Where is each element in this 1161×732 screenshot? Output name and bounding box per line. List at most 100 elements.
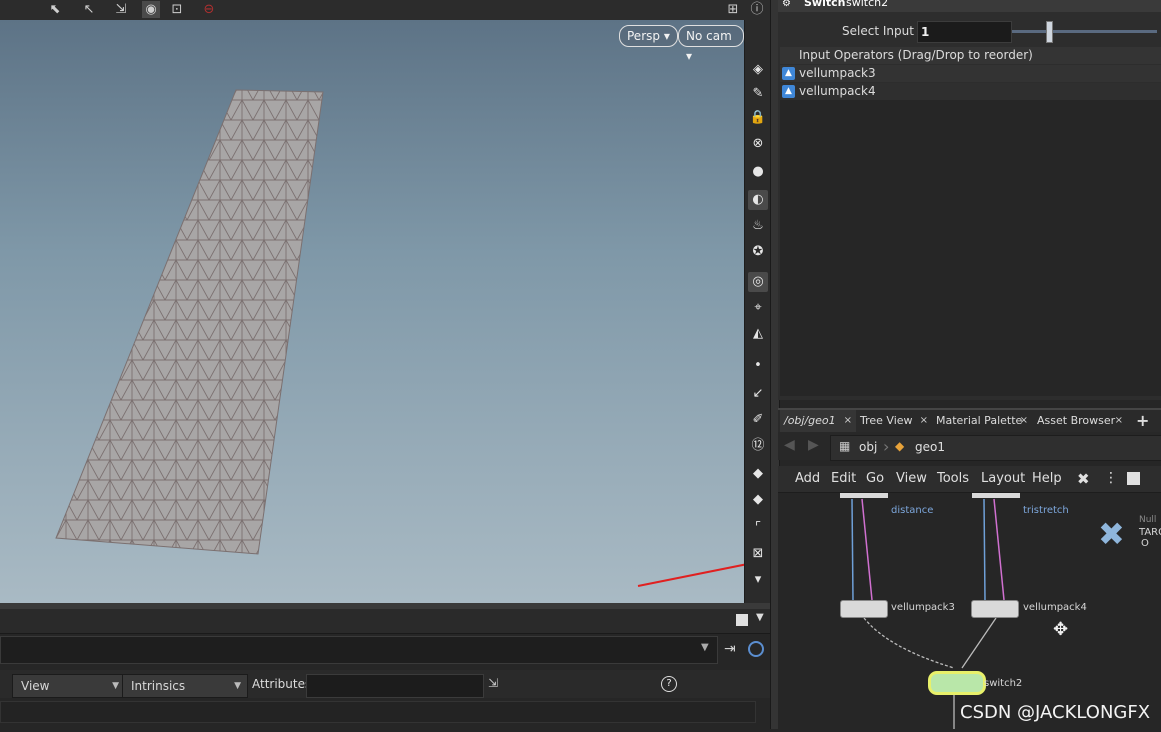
menu-help[interactable]: Help (1032, 466, 1062, 492)
eye-icon[interactable]: ◈ (748, 60, 768, 80)
select-input-label: Select Input (842, 24, 914, 38)
link-icon[interactable] (748, 641, 764, 657)
tristretch-label: tristretch (1023, 505, 1069, 516)
persp-label: Persp (627, 29, 660, 43)
handle-tool-icon[interactable]: ⇲ (112, 1, 130, 18)
draw-icon[interactable]: ✎ (748, 84, 768, 104)
menu-layout[interactable]: Layout (981, 466, 1025, 492)
tab-tree-view[interactable]: Tree View × (856, 410, 932, 432)
add-tab-button[interactable]: + (1132, 410, 1149, 432)
parameter-header: ⚙ Switch switch2 (778, 0, 1161, 12)
select-tool-icon[interactable]: ⬉ (46, 1, 64, 18)
ghost-icon[interactable]: ⌖ (748, 298, 768, 318)
vellumpack3-node[interactable] (840, 600, 888, 618)
pane-bar: ▼ (0, 609, 770, 634)
null-sub-label: O (1141, 538, 1149, 549)
maximize-icon[interactable] (736, 614, 748, 626)
chevron-down-icon[interactable]: ▼ (701, 642, 709, 653)
select-input-slider[interactable] (1012, 30, 1157, 33)
persp-menu[interactable]: Persp ▾ (619, 25, 678, 47)
close-icon[interactable]: × (844, 410, 852, 432)
wrench-icon[interactable]: ✖ (1077, 470, 1090, 488)
forward-arrow-icon[interactable]: ▶ (808, 437, 819, 453)
isolate-icon[interactable]: ⊗ (748, 134, 768, 154)
shading-icon[interactable]: ● (748, 162, 768, 182)
slider-handle[interactable] (1046, 21, 1053, 43)
pen-icon[interactable]: ✐ (748, 410, 768, 430)
pin-icon[interactable]: ⇥ (724, 641, 736, 657)
prim-numbers-icon[interactable]: ◆ (748, 490, 768, 510)
node-path-field[interactable]: ▼ (0, 636, 718, 664)
help-icon[interactable]: ⓘ (748, 1, 766, 18)
camera-menu[interactable]: No cam ▾ (678, 25, 744, 63)
tab-obj-geo1[interactable]: /obj/geo1 × (780, 410, 856, 432)
view-dropdown[interactable]: View ▼ (12, 674, 126, 698)
input-operators-list[interactable] (780, 100, 1161, 396)
point-icon[interactable]: • (748, 356, 768, 376)
layout-icon[interactable]: ⊞ (724, 1, 742, 18)
list-icon[interactable] (1127, 472, 1140, 485)
camera-icon[interactable]: ◎ (748, 272, 768, 292)
light-icon[interactable]: ◐ (748, 190, 768, 210)
view-tool-icon[interactable]: ◉ (142, 1, 160, 18)
headlight-icon[interactable]: ✪ (748, 242, 768, 262)
vellumpack4-node[interactable] (971, 600, 1019, 618)
input-operator-row[interactable]: ▲ vellumpack3 (780, 65, 1161, 82)
point-numbers-icon[interactable]: ⑫ (748, 436, 768, 456)
tab-label: Asset Browser (1037, 414, 1116, 427)
spreadsheet-body (0, 701, 756, 723)
null-node-icon[interactable]: ✖ (1098, 515, 1125, 553)
watermark: CSDN @JACKLONGFX (960, 702, 1151, 723)
chevron-right-icon: › (883, 437, 890, 456)
transform-tool-icon[interactable]: ↖ (80, 1, 98, 18)
tree-icon[interactable]: ⋮ (1104, 470, 1118, 486)
sop-node-icon: ▲ (782, 85, 795, 98)
input-operator-label: vellumpack4 (799, 84, 876, 98)
display-options-shelf: ◈ ✎ 🔒 ⊗ ● ◐ ♨ ✪ ◎ ⌖ ◭ • ↙ ✐ ⑫ ◆ ◆ ⌜ ⊠ ▾ (744, 20, 771, 603)
close-icon[interactable]: × (1115, 410, 1123, 432)
viewport-toolbar: ⬉ ↖ ⇲ ◉ ⊡ ⊖ ⊞ ⓘ (0, 0, 770, 21)
bulb-icon[interactable]: ♨ (748, 216, 768, 236)
vis-icon[interactable]: ◭ (748, 324, 768, 344)
move-cursor-icon: ✥ (1053, 619, 1069, 640)
cloth-mesh (55, 89, 324, 555)
switch2-node[interactable] (928, 671, 986, 695)
grid-icon[interactable]: ⊠ (748, 544, 768, 564)
tab-label: /obj/geo1 (784, 414, 836, 427)
close-icon[interactable]: × (1020, 410, 1028, 432)
input-operator-row[interactable]: ▲ vellumpack4 (780, 83, 1161, 100)
tab-material-palette[interactable]: Material Palette × (932, 410, 1032, 432)
intrinsics-label: Intrinsics (131, 679, 186, 693)
menu-go[interactable]: Go (866, 466, 884, 492)
intrinsics-dropdown[interactable]: Intrinsics ▼ (122, 674, 248, 698)
help-icon[interactable]: ? (661, 676, 677, 692)
attributes-filter-input[interactable] (306, 674, 484, 698)
lock-icon[interactable]: 🔒 (748, 108, 768, 128)
uv-icon[interactable]: ⌜ (748, 518, 768, 538)
back-arrow-icon[interactable]: ◀ (784, 437, 795, 453)
record-icon[interactable]: ⊖ (200, 1, 218, 18)
primitive-icon[interactable]: ◆ (748, 464, 768, 484)
tab-asset-browser[interactable]: Asset Browser × (1033, 410, 1127, 432)
breadcrumb-geo1[interactable]: geo1 (915, 440, 945, 454)
menu-tools[interactable]: Tools (937, 466, 969, 492)
select-input-field[interactable]: 1 (917, 21, 1012, 43)
node-name-field[interactable]: switch2 (846, 0, 888, 9)
network-canvas[interactable]: distance tristretch vellumpack3 vellumpa… (778, 493, 1161, 729)
scene-viewport[interactable]: Persp ▾ No cam ▾ (0, 20, 744, 603)
pane-menu-icon[interactable]: ▼ (756, 612, 764, 623)
sop-node-icon: ▲ (782, 67, 795, 80)
close-icon[interactable]: × (920, 410, 928, 432)
menu-view[interactable]: View (896, 466, 927, 492)
gear-icon[interactable]: ⚙ (782, 0, 791, 9)
normal-icon[interactable]: ↙ (748, 384, 768, 404)
breadcrumb-obj[interactable]: obj (859, 440, 877, 454)
input-operators-header: Input Operators (Drag/Drop to reorder) (780, 47, 1161, 64)
menu-edit[interactable]: Edit (831, 466, 856, 492)
more-icon[interactable]: ▾ (748, 570, 768, 590)
menu-add[interactable]: Add (795, 466, 820, 492)
tab-label: Tree View (860, 414, 913, 427)
filter-icon[interactable]: ⇲ (488, 676, 498, 690)
null-type-label: Null (1139, 515, 1157, 525)
snapshot-icon[interactable]: ⊡ (168, 1, 186, 18)
